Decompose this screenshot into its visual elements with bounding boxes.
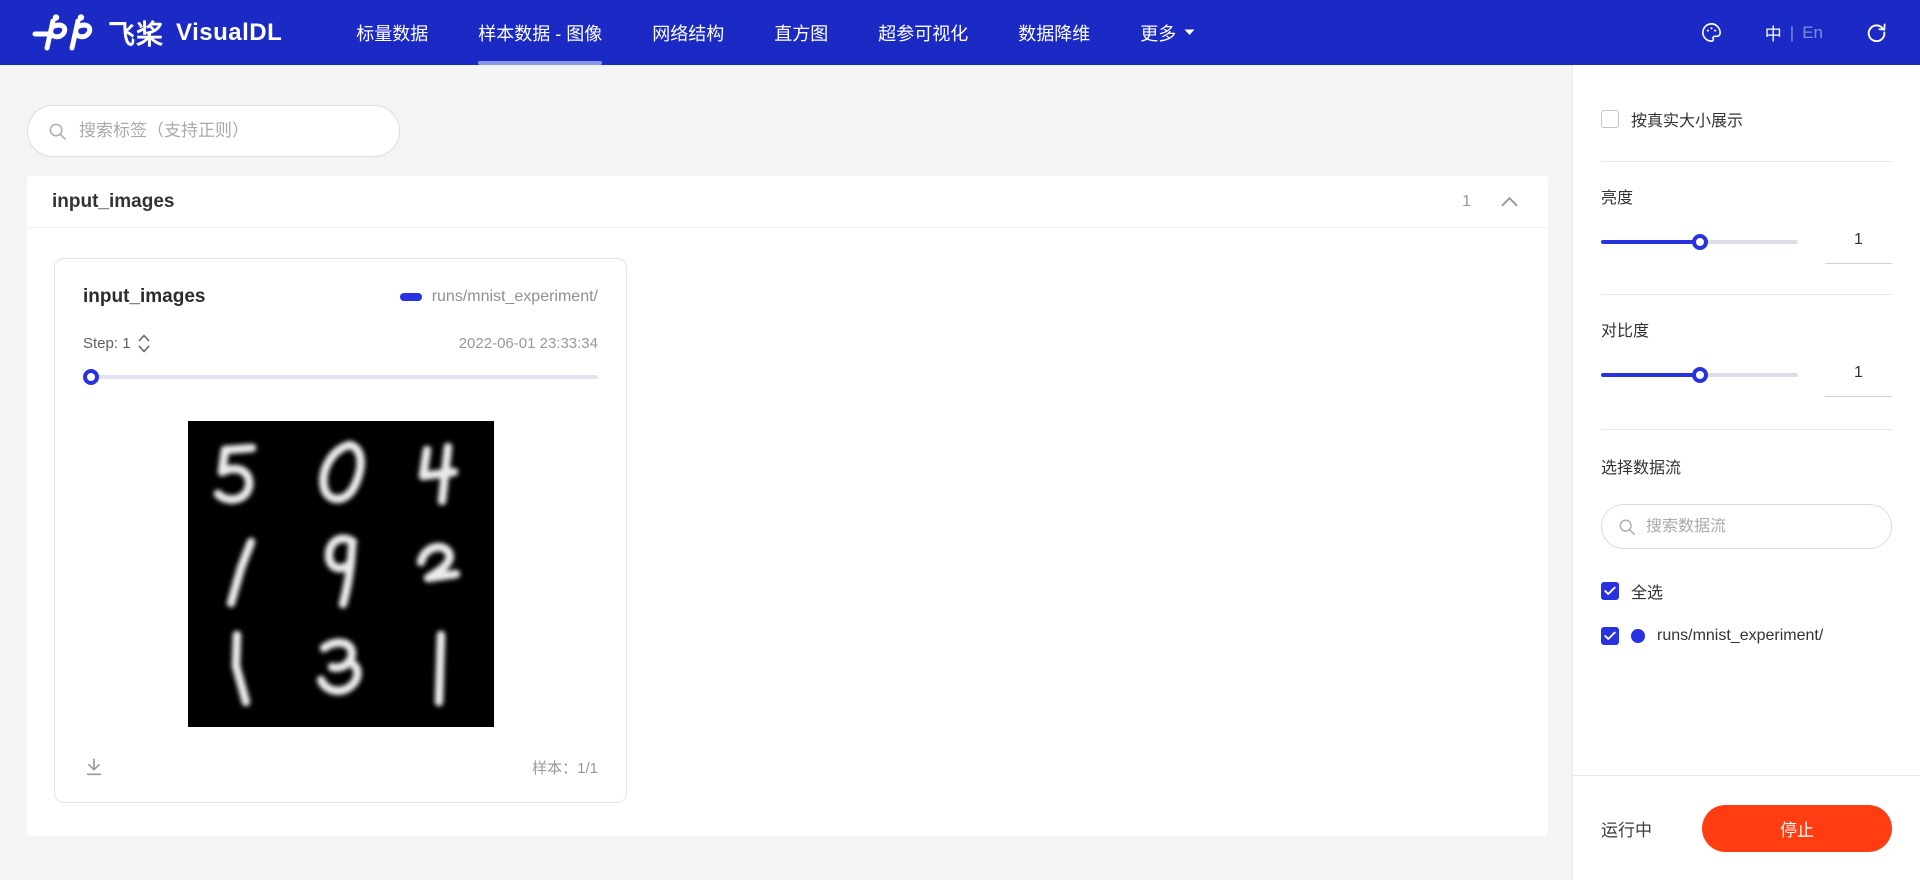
theme-palette-icon[interactable] bbox=[1700, 21, 1723, 44]
tab-graph[interactable]: 网络结构 bbox=[652, 0, 724, 65]
lang-separator: | bbox=[1790, 23, 1794, 43]
run-checkbox[interactable] bbox=[1601, 627, 1619, 645]
select-all-label: 全选 bbox=[1631, 579, 1663, 603]
settings-sidebar: 按真实大小展示 亮度 对比度 bbox=[1572, 65, 1920, 880]
card-title: input_images bbox=[83, 286, 205, 308]
run-item-label: runs/mnist_experiment/ bbox=[1657, 627, 1823, 645]
top-navbar: 飞桨 VisualDL 标量数据 样本数据 - 图像 网络结构 直方图 超参可视… bbox=[0, 0, 1920, 65]
run-item-mnist-experiment[interactable]: runs/mnist_experiment/ bbox=[1601, 627, 1892, 645]
contrast-slider[interactable] bbox=[1601, 367, 1798, 383]
download-icon[interactable] bbox=[83, 756, 105, 778]
running-status-text: 运行中 bbox=[1601, 816, 1652, 841]
mnist-sample-image bbox=[188, 421, 494, 727]
brightness-value-input[interactable] bbox=[1825, 231, 1892, 264]
digit-1c bbox=[439, 635, 441, 702]
step-stepper[interactable]: Step: 1 bbox=[83, 334, 150, 353]
contrast-value-input[interactable] bbox=[1825, 364, 1892, 397]
sample-timestamp: 2022-06-01 23:33:34 bbox=[459, 335, 598, 352]
main-content: input_images 1 input_images bbox=[0, 65, 1572, 880]
contrast-slider-thumb[interactable] bbox=[1692, 367, 1708, 383]
language-switch[interactable]: 中 | En bbox=[1765, 20, 1823, 45]
contrast-label: 对比度 bbox=[1601, 317, 1892, 341]
panel-count-badge: 1 bbox=[1462, 193, 1471, 211]
panel-title: input_images bbox=[52, 191, 174, 213]
real-size-label: 按真实大小展示 bbox=[1631, 107, 1743, 131]
refresh-icon[interactable] bbox=[1865, 21, 1888, 44]
lang-zh[interactable]: 中 bbox=[1765, 20, 1782, 45]
tab-dim-reduction[interactable]: 数据降维 bbox=[1018, 0, 1090, 65]
divider bbox=[1601, 161, 1892, 162]
run-search-box[interactable] bbox=[1601, 504, 1892, 549]
tag-panel-input-images: input_images 1 input_images bbox=[27, 176, 1548, 836]
runs-section-title: 选择数据流 bbox=[1601, 454, 1892, 478]
step-up-down-icon[interactable] bbox=[138, 334, 150, 353]
lang-en[interactable]: En bbox=[1802, 23, 1823, 43]
run-color-dot bbox=[1631, 629, 1645, 643]
divider bbox=[1601, 429, 1892, 430]
tag-search-box[interactable] bbox=[27, 105, 400, 157]
brightness-slider[interactable] bbox=[1601, 234, 1798, 250]
tab-more[interactable]: 更多 bbox=[1140, 0, 1195, 65]
brightness-slider-thumb[interactable] bbox=[1692, 234, 1708, 250]
real-size-toggle[interactable]: 按真实大小展示 bbox=[1601, 107, 1892, 131]
tab-histogram[interactable]: 直方图 bbox=[774, 0, 828, 65]
step-slider-thumb[interactable] bbox=[83, 369, 99, 385]
run-legend-label: runs/mnist_experiment/ bbox=[432, 288, 598, 306]
panel-header: input_images 1 bbox=[27, 176, 1548, 228]
select-all-checkbox[interactable] bbox=[1601, 582, 1619, 600]
divider bbox=[1601, 294, 1892, 295]
tab-scalar[interactable]: 标量数据 bbox=[356, 0, 428, 65]
step-slider-track[interactable] bbox=[83, 375, 598, 379]
panel-body: input_images runs/mnist_experiment/ Step… bbox=[27, 228, 1548, 836]
run-legend[interactable]: runs/mnist_experiment/ bbox=[400, 288, 598, 306]
runtime-status-bar: 运行中 停止 bbox=[1573, 775, 1920, 880]
real-size-checkbox[interactable] bbox=[1601, 110, 1619, 128]
samples-counter: 样本：1/1 bbox=[532, 757, 598, 778]
navbar-right: 中 | En bbox=[1700, 20, 1888, 45]
step-label: Step: 1 bbox=[83, 335, 131, 352]
run-legend-dash bbox=[400, 293, 422, 301]
search-icon bbox=[48, 122, 67, 141]
tag-search-input[interactable] bbox=[79, 121, 379, 141]
tab-hyperparams[interactable]: 超参可视化 bbox=[878, 0, 968, 65]
search-icon bbox=[1618, 518, 1636, 536]
chevron-down-icon bbox=[1184, 29, 1195, 36]
step-slider[interactable] bbox=[83, 369, 598, 385]
select-all-runs[interactable]: 全选 bbox=[1601, 579, 1892, 603]
image-sample-card: input_images runs/mnist_experiment/ Step… bbox=[54, 258, 627, 803]
brightness-label: 亮度 bbox=[1601, 184, 1892, 208]
tab-sample-image[interactable]: 样本数据 - 图像 bbox=[478, 0, 602, 65]
run-search-input[interactable] bbox=[1646, 518, 1875, 536]
brand-name: 飞桨 bbox=[108, 13, 164, 52]
collapse-chevron-up-icon[interactable] bbox=[1501, 196, 1518, 207]
nav-tabs: 标量数据 样本数据 - 图像 网络结构 直方图 超参可视化 数据降维 更多 bbox=[356, 0, 1195, 65]
app-name: VisualDL bbox=[176, 19, 282, 47]
brand-home-link[interactable]: 飞桨 VisualDL bbox=[32, 13, 282, 52]
stop-button[interactable]: 停止 bbox=[1702, 805, 1892, 852]
visualdl-app: 飞桨 VisualDL 标量数据 样本数据 - 图像 网络结构 直方图 超参可视… bbox=[0, 0, 1920, 880]
paddlepaddle-logo-icon bbox=[32, 14, 96, 52]
